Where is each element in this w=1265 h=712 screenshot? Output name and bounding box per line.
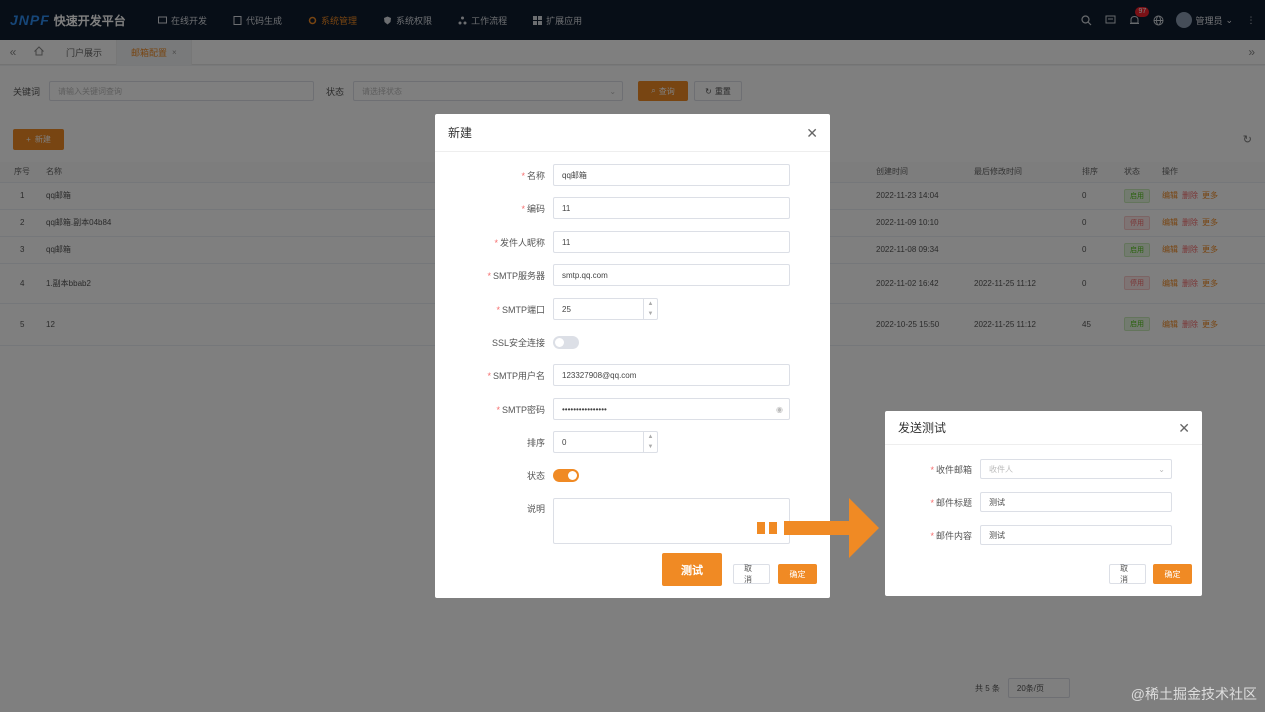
form-row-status: 状态	[435, 464, 830, 486]
stepper-arrows[interactable]: ▲ ▼	[643, 432, 657, 452]
stepper-arrows[interactable]: ▲ ▼	[643, 299, 657, 319]
input-value: 25	[562, 304, 571, 314]
subject-input[interactable]: 测试	[980, 492, 1172, 512]
field-label: 说明	[526, 504, 545, 514]
chevron-up-icon[interactable]: ▲	[644, 432, 657, 442]
form-row-smtp-port: * SMTP端口 25 ▲ ▼	[435, 298, 830, 320]
input-value: smtp.qq.com	[562, 270, 608, 280]
dialog-title: 新建	[448, 126, 473, 140]
sender-input[interactable]: 11	[553, 231, 790, 253]
form-row-smtp-server: * SMTP服务器 smtp.qq.com	[435, 264, 830, 286]
input-value: ••••••••••••••••	[562, 404, 607, 414]
content-input[interactable]: 测试	[980, 525, 1172, 545]
form-row-content: * 邮件内容 测试	[885, 524, 1202, 546]
close-icon[interactable]: ✕	[1178, 420, 1190, 437]
smtp-port-stepper[interactable]: 25 ▲ ▼	[553, 298, 658, 320]
field-label: * 发件人昵称	[494, 237, 545, 248]
form-row-code: * 编码 11	[435, 197, 830, 219]
sort-stepper[interactable]: 0 ▲ ▼	[553, 431, 658, 453]
field-label: * 邮件内容	[930, 530, 972, 541]
field-label: 状态	[526, 470, 545, 481]
input-value: 测试	[989, 497, 1005, 507]
form-row-name: * 名称 qq邮箱	[435, 164, 830, 186]
dialog-title: 发送测试	[898, 421, 947, 435]
description-textarea[interactable]	[553, 498, 790, 544]
form-row-smtp-password: * SMTP密码 •••••••••••••••• ◉	[435, 398, 830, 420]
cancel-button[interactable]: 取消	[733, 564, 770, 584]
input-value: 11	[562, 203, 571, 213]
confirm-button[interactable]: 确定	[778, 564, 817, 584]
field-label: SSL安全连接	[491, 337, 545, 348]
form-row-ssl: SSL安全连接	[435, 331, 830, 353]
form-row-subject: * 邮件标题 测试	[885, 491, 1202, 513]
eye-icon[interactable]: ◉	[776, 405, 783, 414]
ssl-toggle[interactable]	[553, 335, 579, 349]
send-test-dialog: 发送测试 ✕ * 收件邮箱 收件人 ⌄ * 邮件标题 测试 * 邮件内容 测试 取消 确…	[885, 411, 1202, 596]
chevron-down-icon[interactable]: ▼	[644, 442, 657, 452]
code-input[interactable]: 11	[553, 197, 790, 219]
field-label: * SMTP密码	[496, 404, 545, 415]
input-value: 123327908@qq.com	[562, 370, 637, 380]
field-label: 排序	[526, 437, 545, 448]
field-label: * SMTP服务器	[487, 270, 545, 281]
status-toggle[interactable]	[553, 468, 579, 482]
pointer-arrow-icon	[757, 498, 879, 558]
field-label: * 名称	[521, 170, 545, 181]
field-label: * 编码	[521, 203, 545, 214]
cancel-button[interactable]: 取消	[1109, 564, 1146, 584]
field-label: * SMTP用户名	[487, 370, 545, 381]
name-input[interactable]: qq邮箱	[553, 164, 790, 186]
recipient-select[interactable]: 收件人 ⌄	[980, 459, 1172, 479]
input-value: 0	[562, 437, 567, 447]
field-label: * 邮件标题	[930, 497, 972, 508]
input-placeholder: 收件人	[989, 464, 1013, 474]
dialog-header: 新建 ✕	[435, 114, 830, 152]
smtp-server-input[interactable]: smtp.qq.com	[553, 264, 790, 286]
test-button[interactable]: 测试	[662, 553, 722, 586]
smtp-user-input[interactable]: 123327908@qq.com	[553, 364, 790, 386]
input-value: 测试	[989, 530, 1005, 540]
dialog-header: 发送测试 ✕	[885, 411, 1202, 445]
field-label: * 收件邮箱	[930, 464, 972, 475]
chevron-up-icon[interactable]: ▲	[644, 299, 657, 309]
input-value: 11	[562, 237, 571, 247]
chevron-down-icon: ⌄	[1158, 464, 1165, 474]
close-icon[interactable]: ✕	[806, 125, 818, 142]
form-row-sender: * 发件人昵称 11	[435, 231, 830, 253]
smtp-password-input[interactable]: •••••••••••••••• ◉	[553, 398, 790, 420]
chevron-down-icon[interactable]: ▼	[644, 309, 657, 319]
form-row-sort: 排序 0 ▲ ▼	[435, 431, 830, 453]
form-row-recipient: * 收件邮箱 收件人 ⌄	[885, 458, 1202, 480]
input-value: qq邮箱	[562, 170, 587, 180]
confirm-button[interactable]: 确定	[1153, 564, 1192, 584]
field-label: * SMTP端口	[496, 304, 545, 315]
watermark: @稀土掘金技术社区	[1130, 686, 1257, 702]
form-row-smtp-user: * SMTP用户名 123327908@qq.com	[435, 364, 830, 386]
